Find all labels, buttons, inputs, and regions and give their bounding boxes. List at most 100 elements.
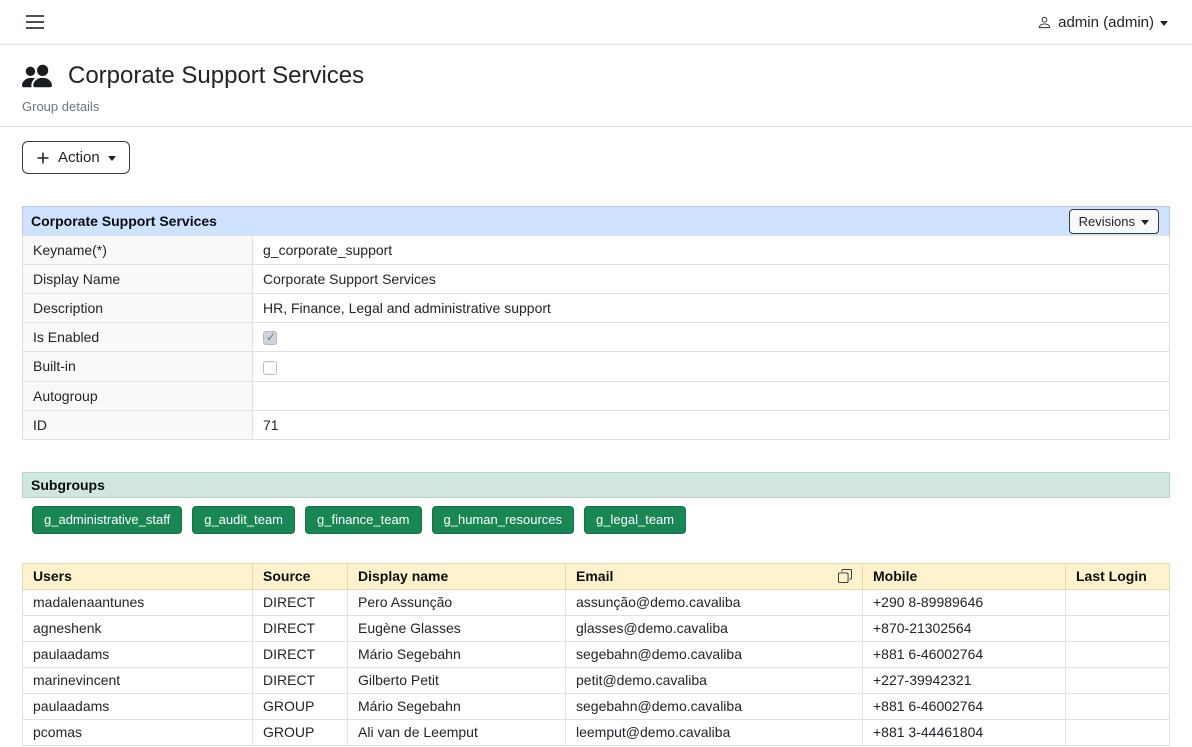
field-label: Keyname(*) bbox=[23, 236, 253, 265]
user-cell: marinevincent bbox=[23, 667, 253, 693]
user-cell: Pero Assunção bbox=[348, 589, 566, 615]
user-cell bbox=[1066, 667, 1170, 693]
field-value bbox=[253, 352, 1170, 381]
user-cell: glasses@demo.cavaliba bbox=[566, 615, 863, 641]
field-label: Built-in bbox=[23, 352, 253, 381]
field-label: Autogroup bbox=[23, 381, 253, 410]
details-row: Autogroup bbox=[23, 381, 1170, 410]
user-cell: +290 8-89989646 bbox=[863, 589, 1066, 615]
unchecked-checkbox bbox=[263, 361, 277, 375]
user-cell: DIRECT bbox=[253, 615, 348, 641]
plus-icon bbox=[36, 151, 50, 165]
field-label: Is Enabled bbox=[23, 323, 253, 352]
user-menu[interactable]: admin (admin) bbox=[1037, 14, 1168, 31]
column-header-source: Source bbox=[253, 563, 348, 589]
main-content: Action Corporate Support Services Revisi… bbox=[0, 127, 1192, 746]
caret-down-icon bbox=[1141, 220, 1149, 225]
subgroup-badge[interactable]: g_legal_team bbox=[584, 506, 686, 534]
user-cell: GROUP bbox=[253, 693, 348, 719]
details-panel-header: Corporate Support Services Revisions bbox=[22, 206, 1170, 236]
user-cell: Ali van de Leemput bbox=[348, 719, 566, 745]
column-header-email: Email bbox=[566, 563, 863, 589]
user-cell: pcomas bbox=[23, 719, 253, 745]
user-row: paulaadamsDIRECTMário Segebahnsegebahn@d… bbox=[23, 641, 1170, 667]
subgroup-badge[interactable]: g_audit_team bbox=[192, 506, 295, 534]
page-header: Corporate Support Services Group details bbox=[0, 45, 1192, 126]
user-cell bbox=[1066, 719, 1170, 745]
person-icon bbox=[1037, 15, 1052, 30]
subgroup-badges: g_administrative_staff g_audit_team g_fina… bbox=[22, 498, 1170, 540]
checked-checkbox bbox=[263, 331, 277, 345]
page-title: Corporate Support Services bbox=[68, 62, 364, 90]
group-details-panel: Corporate Support Services Revisions Key… bbox=[22, 206, 1170, 440]
column-label: Mobile bbox=[873, 568, 917, 584]
user-cell bbox=[1066, 693, 1170, 719]
user-row: pcomasGROUPAli van de Leemputleemput@dem… bbox=[23, 719, 1170, 745]
column-header-last-login: Last Login bbox=[1066, 563, 1170, 589]
topbar: admin (admin) bbox=[0, 0, 1192, 45]
column-header-mobile: Mobile bbox=[863, 563, 1066, 589]
subgroups-panel: Subgroups g_administrative_staff g_audit_… bbox=[22, 472, 1170, 540]
subgroup-badge[interactable]: g_finance_team bbox=[305, 506, 422, 534]
field-value bbox=[253, 323, 1170, 352]
copy-icon[interactable] bbox=[838, 569, 852, 583]
user-row: paulaadamsGROUPMário Segebahnsegebahn@de… bbox=[23, 693, 1170, 719]
field-label: Description bbox=[23, 294, 253, 323]
details-row: DescriptionHR, Finance, Legal and admini… bbox=[23, 294, 1170, 323]
user-cell: assunção@demo.cavaliba bbox=[566, 589, 863, 615]
user-cell: segebahn@demo.cavaliba bbox=[566, 641, 863, 667]
user-row: agneshenkDIRECTEugène Glassesglasses@dem… bbox=[23, 615, 1170, 641]
revisions-button[interactable]: Revisions bbox=[1069, 209, 1159, 234]
user-cell: DIRECT bbox=[253, 641, 348, 667]
user-cell: paulaadams bbox=[23, 641, 253, 667]
user-cell: +881 6-46002764 bbox=[863, 641, 1066, 667]
field-value: g_corporate_support bbox=[253, 236, 1170, 265]
user-cell: leemput@demo.cavaliba bbox=[566, 719, 863, 745]
subgroup-badge[interactable]: g_human_resources bbox=[432, 506, 575, 534]
users-table-header-row: Users Source Display name Email Mobile Last L… bbox=[23, 563, 1170, 589]
column-label: Display name bbox=[358, 568, 448, 584]
action-label: Action bbox=[58, 149, 100, 166]
group-details-table: Keyname(*)g_corporate_supportDisplay Nam… bbox=[22, 235, 1170, 440]
field-value bbox=[253, 381, 1170, 410]
subgroups-title: Subgroups bbox=[31, 477, 105, 493]
user-cell bbox=[1066, 589, 1170, 615]
user-cell bbox=[1066, 615, 1170, 641]
details-row: Keyname(*)g_corporate_support bbox=[23, 236, 1170, 265]
column-header-users: Users bbox=[23, 563, 253, 589]
users-table: Users Source Display name Email Mobile Last L… bbox=[22, 563, 1170, 746]
column-label: Users bbox=[33, 568, 72, 584]
user-cell: madalenaantunes bbox=[23, 589, 253, 615]
column-header-display-name: Display name bbox=[348, 563, 566, 589]
user-cell: DIRECT bbox=[253, 589, 348, 615]
user-cell: Gilberto Petit bbox=[348, 667, 566, 693]
caret-down-icon bbox=[1160, 21, 1168, 26]
details-row: ID71 bbox=[23, 410, 1170, 439]
user-cell: Mário Segebahn bbox=[348, 641, 566, 667]
user-cell: Mário Segebahn bbox=[348, 693, 566, 719]
user-row: marinevincentDIRECTGilberto Petitpetit@d… bbox=[23, 667, 1170, 693]
page-subtitle: Group details bbox=[22, 99, 1170, 114]
people-icon bbox=[22, 61, 52, 91]
user-cell: DIRECT bbox=[253, 667, 348, 693]
details-row: Is Enabled bbox=[23, 323, 1170, 352]
subgroup-badge[interactable]: g_administrative_staff bbox=[32, 506, 182, 534]
caret-down-icon bbox=[108, 156, 116, 161]
user-cell: +227-39942321 bbox=[863, 667, 1066, 693]
menu-icon[interactable] bbox=[24, 11, 46, 33]
column-label: Last Login bbox=[1076, 568, 1147, 584]
details-row: Display NameCorporate Support Services bbox=[23, 265, 1170, 294]
user-cell bbox=[1066, 641, 1170, 667]
user-cell: GROUP bbox=[253, 719, 348, 745]
column-label: Email bbox=[576, 568, 613, 584]
field-value: Corporate Support Services bbox=[253, 265, 1170, 294]
action-button[interactable]: Action bbox=[22, 141, 130, 174]
user-label: admin (admin) bbox=[1058, 14, 1154, 31]
user-cell: +881 3-44461804 bbox=[863, 719, 1066, 745]
user-cell: +870-21302564 bbox=[863, 615, 1066, 641]
field-value: HR, Finance, Legal and administrative su… bbox=[253, 294, 1170, 323]
user-cell: paulaadams bbox=[23, 693, 253, 719]
field-value: 71 bbox=[253, 410, 1170, 439]
field-label: Display Name bbox=[23, 265, 253, 294]
user-cell: Eugène Glasses bbox=[348, 615, 566, 641]
